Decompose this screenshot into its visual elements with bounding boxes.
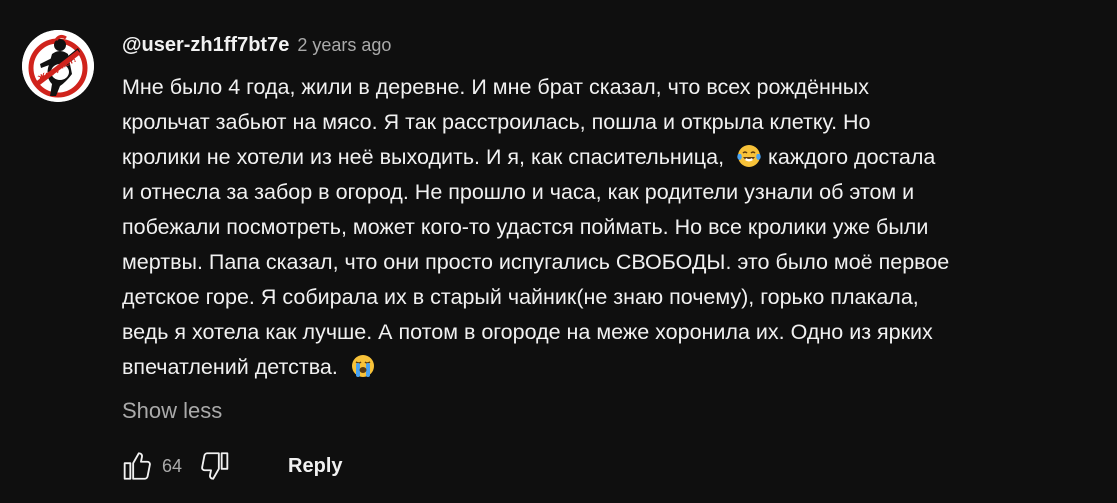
like-button[interactable] <box>118 448 154 484</box>
comment-line-part: каждого достала <box>768 145 936 169</box>
comment-thread: Жиру нет! @user-zh1ff7bt7e 2 years ago М… <box>0 0 1117 503</box>
reply-button[interactable]: Reply <box>288 455 342 478</box>
thumbs-down-icon <box>201 452 229 480</box>
comment-line: мертвы. Папа сказал, что они просто испу… <box>122 250 950 274</box>
author-avatar[interactable]: Жиру нет! <box>22 30 94 102</box>
avatar-logo-icon: Жиру нет! <box>22 30 94 102</box>
comment-line: побежали посмотреть, может кого-то удаст… <box>122 215 929 239</box>
comment-line: впечатлений детства. <box>122 350 1082 385</box>
comment-header: @user-zh1ff7bt7e 2 years ago <box>122 34 1082 60</box>
comment-body: @user-zh1ff7bt7e 2 years ago Мне было 4 … <box>122 34 1082 385</box>
tears-of-joy-emoji-icon <box>737 145 761 167</box>
dislike-button[interactable] <box>198 448 234 484</box>
thumbs-up-icon <box>123 452 151 480</box>
like-count: 64 <box>162 455 183 476</box>
comment-line: и отнесла за забор в огород. Не прошло и… <box>122 180 915 204</box>
comment-line: кролики не хотели из неё выходить. И я, … <box>122 140 1082 175</box>
comment-line: крольчат забьют на мясо. Я так расстроил… <box>122 110 871 134</box>
author-name[interactable]: @user-zh1ff7bt7e <box>122 34 289 57</box>
comment-actions: 64 Reply <box>118 446 343 486</box>
comment-line: детское горе. Я собирала их в старый чай… <box>122 285 919 309</box>
comment-line: ведь я хотела как лучше. А потом в огоро… <box>122 320 933 344</box>
comment-line-part: кролики не хотели из неё выходить. И я, … <box>122 145 731 169</box>
loudly-crying-emoji-icon <box>351 355 374 377</box>
show-less-link[interactable]: Show less <box>122 398 222 424</box>
comment-line-part: впечатлений детства. <box>122 355 344 379</box>
comment-text: Мне было 4 года, жили в деревне. И мне б… <box>122 70 1082 385</box>
comment-timestamp[interactable]: 2 years ago <box>297 35 391 56</box>
comment-line: Мне было 4 года, жили в деревне. И мне б… <box>122 75 869 99</box>
